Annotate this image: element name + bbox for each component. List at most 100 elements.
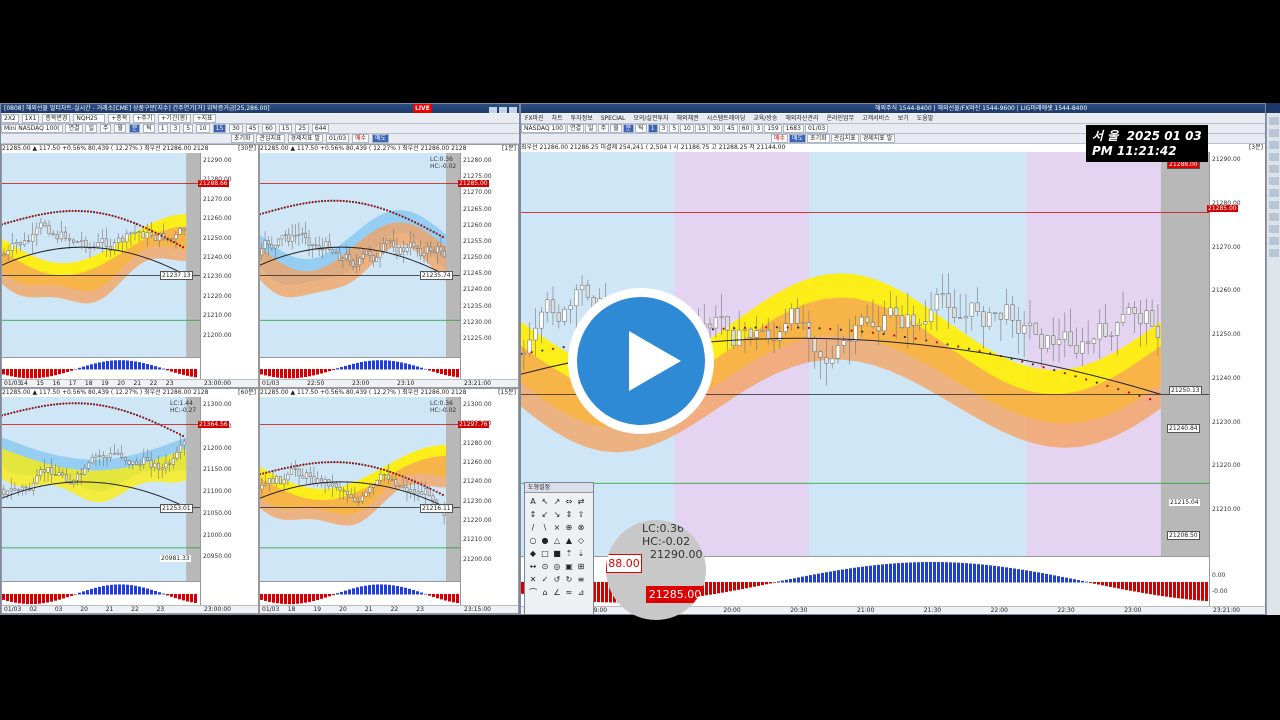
- palette-tool-icon[interactable]: ◎: [551, 560, 563, 573]
- palette-tool-icon[interactable]: ⇔: [563, 495, 575, 508]
- interval-60[interactable]: 60: [262, 124, 276, 133]
- price-chart[interactable]: [2, 153, 200, 357]
- tool-icon[interactable]: [1269, 213, 1279, 221]
- palette-tool-icon[interactable]: ↻: [563, 573, 575, 586]
- tool-icon[interactable]: [1269, 129, 1279, 137]
- tab-week[interactable]: 주: [99, 124, 112, 133]
- interval-15[interactable]: 15: [212, 124, 227, 133]
- toolbar-button[interactable]: 틱: [635, 124, 647, 133]
- layout-1x1-button[interactable]: 1X1: [21, 114, 40, 123]
- menu-item[interactable]: 투자정보: [571, 115, 593, 122]
- toolbar-button[interactable]: 1: [647, 124, 658, 133]
- tool-icon[interactable]: [1269, 189, 1279, 197]
- tab-day[interactable]: 일: [85, 124, 97, 133]
- palette-tool-icon[interactable]: /: [527, 521, 539, 534]
- menu-item[interactable]: 보기: [898, 115, 909, 122]
- palette-tool-icon[interactable]: ↔: [527, 560, 539, 573]
- tab-linked[interactable]: 연결: [65, 124, 83, 133]
- tool-icon[interactable]: [1269, 117, 1279, 125]
- palette-tool-icon[interactable]: ×: [551, 521, 563, 534]
- tool-icon[interactable]: [1269, 165, 1279, 173]
- palette-tool-icon[interactable]: ✓: [539, 573, 551, 586]
- palette-tool-icon[interactable]: ↘: [551, 508, 563, 521]
- tab-minute[interactable]: 분: [128, 124, 141, 133]
- palette-tool-icon[interactable]: ●: [539, 534, 551, 547]
- palette-tool-icon[interactable]: ⇣: [575, 547, 587, 560]
- palette-tool-icon[interactable]: ▲: [563, 534, 575, 547]
- palette-tool-icon[interactable]: ✕: [527, 573, 539, 586]
- interval-3[interactable]: 3: [170, 124, 181, 133]
- palette-tool-icon[interactable]: ⇡: [563, 547, 575, 560]
- menu-item[interactable]: 모의/실전투자: [633, 115, 668, 122]
- product-select[interactable]: Mini NASDAQ 100(: [1, 124, 63, 133]
- toolbar-button[interactable]: 3: [753, 124, 764, 133]
- tool-icon[interactable]: [1269, 249, 1279, 257]
- menu-item[interactable]: 온라인업무: [827, 115, 855, 122]
- tool-icon[interactable]: [1269, 153, 1279, 161]
- toolbar-button[interactable]: 3: [658, 124, 669, 133]
- symbol-input[interactable]: NQH25: [73, 114, 106, 123]
- toolbar-button[interactable]: 45: [724, 124, 738, 133]
- palette-tool-icon[interactable]: ≡: [575, 573, 587, 586]
- menu-item[interactable]: 시스템트레이딩: [707, 115, 746, 122]
- toolbar-button[interactable]: 관심지표: [830, 134, 859, 143]
- tool-icon[interactable]: [1269, 237, 1279, 245]
- palette-tool-icon[interactable]: ↕: [527, 508, 539, 521]
- palette-tool-icon[interactable]: ⊞: [575, 560, 587, 573]
- menu-item[interactable]: 차트: [552, 115, 563, 122]
- tab-month[interactable]: 월: [114, 124, 126, 133]
- close-button[interactable]: [509, 106, 517, 113]
- price-chart[interactable]: LC:1.44 HC:-0.27: [2, 397, 200, 581]
- palette-tool-icon[interactable]: ○: [527, 534, 539, 547]
- toolbar-button[interactable]: 월: [610, 124, 622, 133]
- tool-icon[interactable]: [1269, 225, 1279, 233]
- palette-tool-icon[interactable]: ↗: [551, 495, 563, 508]
- palette-tool-icon[interactable]: △: [551, 534, 563, 547]
- menu-item[interactable]: SPECIAL: [601, 115, 626, 122]
- palette-tool-icon[interactable]: ⊙: [539, 560, 551, 573]
- interval-45[interactable]: 45: [245, 124, 260, 133]
- interval-10[interactable]: 10: [195, 124, 210, 133]
- sell-button[interactable]: 매도: [372, 134, 390, 143]
- maximize-button[interactable]: [499, 106, 507, 113]
- interval-1[interactable]: 1: [157, 124, 168, 133]
- palette-tool-icon[interactable]: ◆: [527, 547, 539, 560]
- interval-30[interactable]: 30: [229, 124, 243, 133]
- interval-5[interactable]: 5: [183, 124, 194, 133]
- palette-tool-icon[interactable]: ↖: [539, 495, 551, 508]
- menu-item[interactable]: FX마진: [525, 115, 544, 122]
- palette-tool-icon[interactable]: ↙: [539, 508, 551, 521]
- minimize-button[interactable]: [489, 106, 497, 113]
- toolbar-button[interactable]: 초기화: [807, 134, 830, 143]
- toolbar-button[interactable]: 60: [738, 124, 753, 133]
- tool-icon[interactable]: [1269, 141, 1279, 149]
- tool-icon[interactable]: [1269, 201, 1279, 209]
- palette-tool-icon[interactable]: ⊗: [575, 521, 587, 534]
- palette-tool-icon[interactable]: □: [539, 547, 551, 560]
- menu-item[interactable]: 해외채권: [677, 115, 699, 122]
- toolbar-button[interactable]: 매도: [789, 134, 807, 143]
- palette-tool-icon[interactable]: ⌒: [527, 586, 539, 599]
- toolbar-button[interactable]: NASDAQ 100: [521, 124, 566, 133]
- toolbar-button[interactable]: 159: [764, 124, 782, 133]
- menu-item[interactable]: 도움말: [917, 115, 934, 122]
- toolbar-button[interactable]: 주: [597, 124, 610, 133]
- palette-tool-icon[interactable]: ◇: [575, 534, 587, 547]
- date-input[interactable]: 01/03: [325, 134, 350, 143]
- menu-item[interactable]: 교육/방송: [753, 115, 777, 122]
- palette-tool-icon[interactable]: A: [527, 495, 539, 508]
- palette-tool-icon[interactable]: ■: [551, 547, 563, 560]
- toolbar-button[interactable]: 연결: [567, 124, 585, 133]
- toolbar-button[interactable]: 15: [694, 124, 709, 133]
- palette-tool-icon[interactable]: ⌂: [539, 586, 551, 599]
- add-indicator-button[interactable]: +지표: [193, 114, 216, 123]
- interval-input[interactable]: 15: [278, 124, 293, 133]
- change-symbol-button[interactable]: 종목변경: [42, 114, 71, 123]
- toolbar-button[interactable]: 1683: [782, 124, 804, 133]
- toolbar-button[interactable]: 경제지표 발: [859, 134, 896, 143]
- palette-tool-icon[interactable]: ↺: [551, 573, 563, 586]
- toolbar-button[interactable]: 10: [680, 124, 694, 133]
- tab-tick[interactable]: 틱: [143, 124, 155, 133]
- toolbar-button[interactable]: 5: [669, 124, 680, 133]
- palette-tool-icon[interactable]: ∠: [551, 586, 563, 599]
